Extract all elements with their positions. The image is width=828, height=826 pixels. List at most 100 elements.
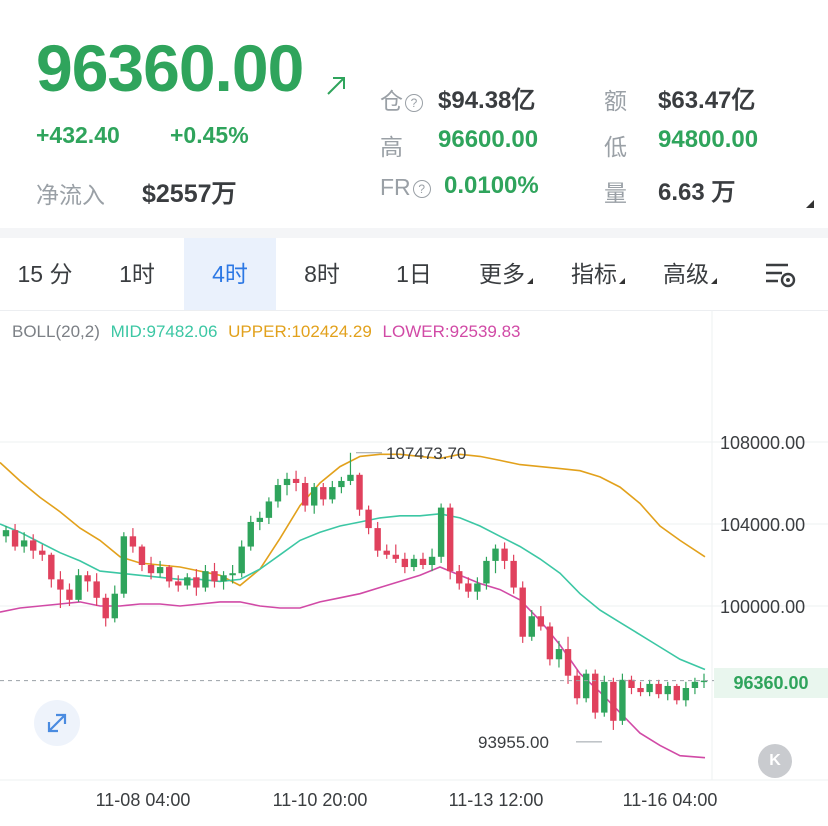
candle-body xyxy=(292,478,300,483)
section-divider xyxy=(0,228,828,238)
dropdown-icon xyxy=(527,278,533,284)
candle-body xyxy=(29,540,37,551)
net-inflow-label: 净流入 xyxy=(36,182,105,208)
y-tick-label: 100000.00 xyxy=(720,597,805,617)
tab-15m[interactable]: 15 分 xyxy=(0,238,90,310)
tab-4h[interactable]: 4时 xyxy=(184,238,276,310)
candle-body xyxy=(546,626,554,660)
candle-body xyxy=(238,546,245,574)
candle-body xyxy=(492,548,499,561)
x-tick-label: 11-08 04:00 xyxy=(96,790,191,810)
candle-body xyxy=(102,597,109,619)
candle-body xyxy=(383,550,390,555)
funding-rate-value: 0.0100% xyxy=(444,172,539,199)
net-inflow-value: $2557万 xyxy=(142,180,237,208)
candle-body xyxy=(120,536,128,594)
candle-body xyxy=(75,575,82,600)
turnover-label: 额 xyxy=(604,88,627,114)
expand-stats-icon[interactable] xyxy=(806,200,814,208)
candle-body xyxy=(619,679,626,721)
open-interest-value: $94.38亿 xyxy=(438,87,536,114)
candle-body xyxy=(211,571,218,582)
turnover-value: $63.47亿 xyxy=(658,87,756,114)
dropdown-icon xyxy=(711,278,717,284)
candle-body xyxy=(93,581,100,598)
funding-rate-label: FR? xyxy=(380,174,431,201)
candle-body xyxy=(220,575,227,582)
candle-body xyxy=(138,546,146,565)
open-interest-label: 仓? xyxy=(380,82,423,116)
help-icon[interactable]: ? xyxy=(405,93,423,112)
candle-body xyxy=(229,573,236,576)
candle-body xyxy=(673,685,681,701)
candle-body xyxy=(410,558,418,568)
volume-label: 量 xyxy=(604,180,627,206)
candle-body xyxy=(265,501,273,518)
candle-body xyxy=(311,487,318,506)
candle-body xyxy=(193,577,200,588)
arrow-up-right-icon xyxy=(327,77,345,95)
tab-advanced[interactable]: 高级 xyxy=(644,238,736,310)
candle-body xyxy=(374,528,381,551)
high-value: 96600.00 xyxy=(438,126,539,153)
candle-body xyxy=(57,579,64,590)
candle-body xyxy=(601,681,608,713)
candle-body xyxy=(592,673,599,713)
candle-body xyxy=(84,575,91,582)
change-percent: +0.45% xyxy=(170,122,249,148)
tab-indicators[interactable]: 指标 xyxy=(552,238,644,310)
candle-body xyxy=(664,685,671,695)
candle-body xyxy=(247,521,254,547)
tab-1d[interactable]: 1日 xyxy=(368,238,460,310)
candle-body xyxy=(501,548,508,561)
x-tick-label: 11-13 12:00 xyxy=(449,790,544,810)
max-price-annotation: 107473.70 xyxy=(386,444,466,463)
candle-body xyxy=(20,540,28,547)
candle-body xyxy=(256,517,264,522)
dropdown-icon xyxy=(619,278,625,284)
candle-body xyxy=(2,530,10,537)
candle-body xyxy=(528,616,535,637)
candle-body xyxy=(184,577,191,586)
price-chart[interactable]: 108000.00 104000.00 100000.00 11-08 04:00 11… xyxy=(0,310,828,826)
expand-icon xyxy=(47,713,67,733)
tab-1h[interactable]: 1时 xyxy=(90,238,184,310)
candle-body xyxy=(564,649,572,676)
candle-body xyxy=(637,688,644,693)
candle-body xyxy=(691,681,699,688)
candle-body xyxy=(283,478,291,486)
boll-mid-line xyxy=(0,512,706,671)
scroll-to-latest-button[interactable]: K xyxy=(758,744,792,778)
high-label: 高 xyxy=(380,134,403,160)
candle-body xyxy=(456,571,463,584)
interval-tabs: 15 分 1时 4时 8时 1日 更多 指标 高级 xyxy=(0,238,828,310)
candle-body xyxy=(537,616,545,627)
candle-body xyxy=(347,474,354,481)
candle-body xyxy=(573,675,581,699)
tab-more[interactable]: 更多 xyxy=(460,238,552,310)
candle-body xyxy=(610,681,617,721)
last-price: 96360.00 xyxy=(36,31,304,105)
candle-body xyxy=(419,558,427,565)
chart-settings-icon[interactable] xyxy=(764,260,798,290)
y-tick-label: 104000.00 xyxy=(720,515,805,535)
current-price-label: 96360.00 xyxy=(714,668,828,698)
candle-body xyxy=(274,485,282,502)
candle-body xyxy=(129,536,137,547)
candle-body xyxy=(11,530,19,547)
candle-body xyxy=(437,507,445,557)
tab-8h[interactable]: 8时 xyxy=(276,238,368,310)
candle-body xyxy=(655,683,662,695)
candle-body xyxy=(555,649,563,660)
candle-body xyxy=(465,583,472,592)
fullscreen-button[interactable] xyxy=(34,700,80,746)
help-icon[interactable]: ? xyxy=(412,179,431,198)
candle-body xyxy=(202,571,209,588)
candle-body xyxy=(356,474,363,510)
volume-value: 6.63 万 xyxy=(658,179,736,206)
candle-body xyxy=(111,593,118,619)
x-tick-label: 11-16 04:00 xyxy=(623,790,718,810)
candle-body xyxy=(365,509,372,529)
candle-body xyxy=(66,589,73,600)
change-absolute: +432.40 xyxy=(36,122,120,148)
